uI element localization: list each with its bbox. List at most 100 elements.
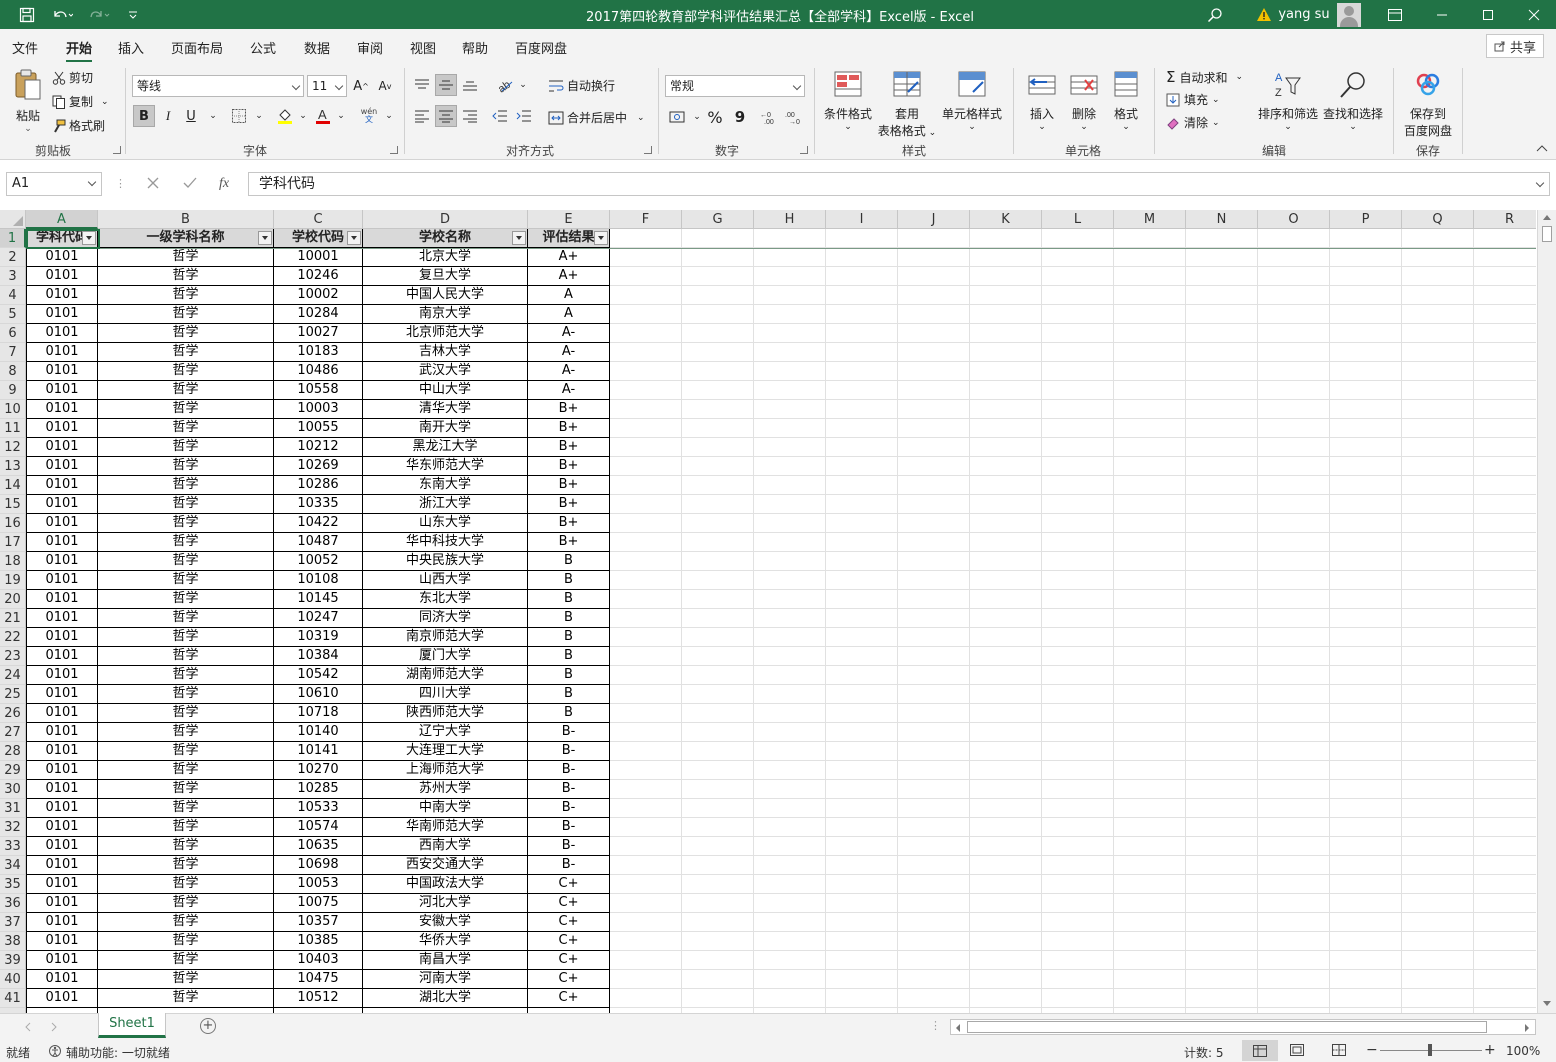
table-cell[interactable]: B- xyxy=(528,818,610,837)
table-cell[interactable]: 10284 xyxy=(274,305,363,324)
redo-icon[interactable] xyxy=(84,0,116,29)
table-cell[interactable]: B+ xyxy=(528,476,610,495)
align-right-icon[interactable] xyxy=(459,105,481,127)
table-cell[interactable]: 中国政法大学 xyxy=(363,875,528,894)
column-header-g[interactable]: G xyxy=(682,210,754,229)
table-cell[interactable]: 西南大学 xyxy=(363,837,528,856)
table-cell[interactable]: 0101 xyxy=(26,400,98,419)
table-header-cell[interactable]: 一级学科名称 xyxy=(98,229,274,248)
table-cell[interactable]: 10108 xyxy=(274,571,363,590)
table-cell[interactable]: 10183 xyxy=(274,343,363,362)
table-cell[interactable]: C+ xyxy=(528,970,610,989)
table-cell[interactable]: 哲学 xyxy=(98,723,274,742)
table-cell[interactable]: A- xyxy=(528,324,610,343)
row-header[interactable]: 10 xyxy=(0,400,26,419)
table-cell[interactable]: 10002 xyxy=(274,286,363,305)
table-cell[interactable]: 0101 xyxy=(26,780,98,799)
table-cell[interactable]: 中央民族大学 xyxy=(363,552,528,571)
table-cell[interactable]: 10285 xyxy=(274,780,363,799)
row-header[interactable]: 20 xyxy=(0,590,26,609)
table-cell[interactable]: 10718 xyxy=(274,704,363,723)
fill-button[interactable]: 填充 ⌄ xyxy=(1166,91,1220,108)
table-cell[interactable]: B xyxy=(528,590,610,609)
menu-view[interactable]: 视图 xyxy=(410,38,436,57)
autosum-dropdown-icon[interactable]: ⌄ xyxy=(1236,72,1244,82)
table-cell[interactable]: 哲学 xyxy=(98,609,274,628)
table-cell[interactable]: 浙江大学 xyxy=(363,495,528,514)
table-cell[interactable]: 哲学 xyxy=(98,875,274,894)
table-cell[interactable]: 0101 xyxy=(26,875,98,894)
row-header[interactable]: 3 xyxy=(0,267,26,286)
table-cell[interactable]: 10055 xyxy=(274,419,363,438)
table-cell[interactable]: 东北大学 xyxy=(363,590,528,609)
row-header[interactable]: 40 xyxy=(0,970,26,989)
font-size-combo[interactable]: 11 xyxy=(307,75,347,97)
table-cell[interactable]: A+ xyxy=(528,267,610,286)
table-cell[interactable]: B+ xyxy=(528,438,610,457)
row-header[interactable]: 12 xyxy=(0,438,26,457)
column-header-a[interactable]: A xyxy=(26,210,98,229)
table-cell[interactable]: 10053 xyxy=(274,875,363,894)
table-cell[interactable]: 0101 xyxy=(26,533,98,552)
table-header-cell[interactable]: 评估结果 xyxy=(528,229,610,248)
table-cell[interactable]: 10212 xyxy=(274,438,363,457)
row-header[interactable]: 24 xyxy=(0,666,26,685)
page-break-view-button[interactable] xyxy=(1332,1044,1346,1059)
table-cell[interactable]: 10140 xyxy=(274,723,363,742)
row-header[interactable]: 37 xyxy=(0,913,26,932)
border-dropdown-icon[interactable]: ⌄ xyxy=(248,105,270,127)
table-cell[interactable]: 0101 xyxy=(26,818,98,837)
normal-view-button[interactable] xyxy=(1242,1040,1278,1061)
shrink-font-button[interactable]: Av xyxy=(374,75,396,97)
table-cell[interactable]: 陕西师范大学 xyxy=(363,704,528,723)
phonetic-dropdown-icon[interactable]: ⌄ xyxy=(378,105,400,127)
avatar[interactable] xyxy=(1336,0,1362,29)
filter-dropdown-icon[interactable] xyxy=(347,231,361,245)
table-cell[interactable]: 0101 xyxy=(26,932,98,951)
undo-icon[interactable] xyxy=(46,0,78,29)
table-cell[interactable]: 哲学 xyxy=(98,438,274,457)
table-cell[interactable]: 10487 xyxy=(274,533,363,552)
merge-center-button[interactable]: 合并后居中 ⌄ xyxy=(548,109,645,126)
table-cell[interactable]: 10027 xyxy=(274,324,363,343)
active-cell-selection[interactable] xyxy=(26,229,100,249)
row-header[interactable]: 25 xyxy=(0,685,26,704)
comma-style-button[interactable]: 9 xyxy=(729,106,751,128)
table-cell[interactable]: 哲学 xyxy=(98,647,274,666)
row-header[interactable]: 1 xyxy=(0,229,26,248)
table-cell[interactable]: 中国人民大学 xyxy=(363,286,528,305)
table-cell[interactable]: 吉林大学 xyxy=(363,343,528,362)
menu-data[interactable]: 数据 xyxy=(304,38,330,57)
table-cell[interactable]: 哲学 xyxy=(98,305,274,324)
zoom-slider-thumb[interactable] xyxy=(1428,1044,1432,1056)
table-cell[interactable]: 湖北大学 xyxy=(363,989,528,1008)
table-cell[interactable]: 0101 xyxy=(26,324,98,343)
table-cell[interactable]: B- xyxy=(528,723,610,742)
table-cell[interactable]: 复旦大学 xyxy=(363,267,528,286)
filter-dropdown-icon[interactable] xyxy=(594,231,608,245)
font-color-dropdown-icon[interactable]: ⌄ xyxy=(330,105,352,127)
table-cell[interactable]: A+ xyxy=(528,248,610,267)
table-cell[interactable]: 0101 xyxy=(26,495,98,514)
row-header[interactable]: 34 xyxy=(0,856,26,875)
share-button[interactable]: 共享 xyxy=(1486,34,1544,58)
table-cell[interactable]: 0101 xyxy=(26,552,98,571)
table-cell[interactable]: 大连理工大学 xyxy=(363,742,528,761)
customize-qat-icon[interactable] xyxy=(124,0,142,29)
table-cell[interactable]: 哲学 xyxy=(98,799,274,818)
next-sheet-icon[interactable] xyxy=(50,1022,58,1032)
table-header-cell[interactable]: 学校代码 xyxy=(274,229,363,248)
row-header[interactable]: 18 xyxy=(0,552,26,571)
table-cell[interactable]: 南京师范大学 xyxy=(363,628,528,647)
table-cell[interactable]: 哲学 xyxy=(98,628,274,647)
table-cell[interactable]: 10335 xyxy=(274,495,363,514)
table-cell[interactable]: 10001 xyxy=(274,248,363,267)
add-sheet-icon[interactable]: + xyxy=(200,1018,216,1034)
align-top-icon[interactable] xyxy=(411,74,433,96)
table-cell[interactable]: 10269 xyxy=(274,457,363,476)
table-cell[interactable]: C+ xyxy=(528,894,610,913)
horizontal-scroll-thumb[interactable] xyxy=(967,1021,1487,1033)
cell-styles-button[interactable]: 单元格样式 ⌄ xyxy=(940,70,1004,132)
table-cell[interactable]: 10385 xyxy=(274,932,363,951)
font-name-combo[interactable]: 等线 xyxy=(132,75,304,97)
